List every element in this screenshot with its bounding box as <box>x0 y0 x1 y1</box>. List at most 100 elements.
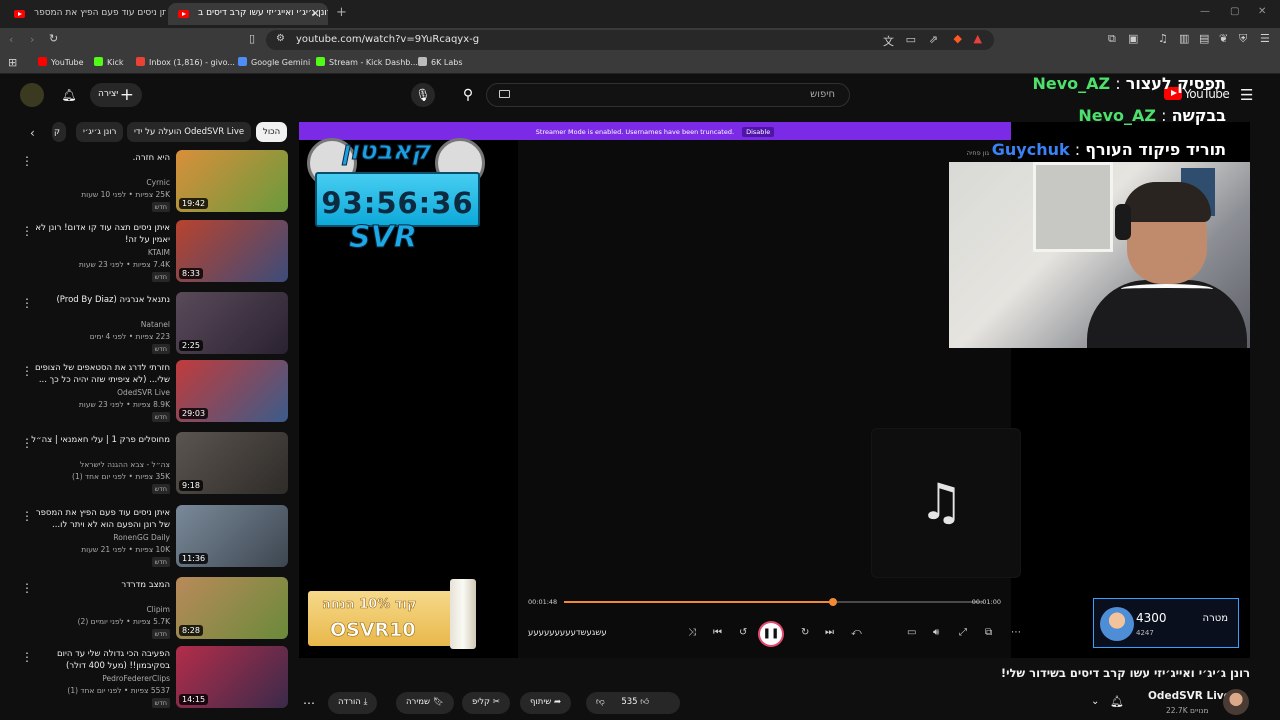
repeat-off-icon[interactable]: ⤺ <box>851 627 862 638</box>
new-tab-icon[interactable]: + <box>336 5 347 20</box>
pause-button[interactable]: ❚❚ <box>760 623 782 645</box>
list-item[interactable]: ⋮ המצב מדרדר Clipim 5.7K צפיות • לפני יומיי… <box>0 577 290 647</box>
list-item[interactable]: ⋮ איתן ניסים תצה עוד קו אדום! רונן לא יאמ… <box>0 220 290 290</box>
video-item-channel[interactable]: KTAIM <box>148 248 170 257</box>
browser-tab-active[interactable]: רונן ג׳יג׳י ואייג׳יזי עשו קרב דיסים ב ✕ <box>168 3 328 25</box>
media-icon[interactable]: ♫ <box>1158 32 1168 45</box>
translate-icon[interactable]: 文 <box>883 33 894 49</box>
address-bar[interactable]: ⚙ youtube.com/watch?v=9YuRcaqyx-g 文 ▭ ⇗ … <box>266 30 994 50</box>
share-icon[interactable]: ⇗ <box>929 33 938 46</box>
browser-tab[interactable]: איתן ניסים עוד פעם הפיץ את המספר <box>4 3 166 25</box>
channel-avatar[interactable] <box>1223 689 1249 715</box>
clip-button[interactable]: קליפ ✂ <box>462 692 510 714</box>
video-thumbnail[interactable]: 8:33 <box>176 220 288 282</box>
list-item[interactable]: ⋮ איתן ניסים עוד פעם הפיץ את המספר של רונ… <box>0 505 290 575</box>
volume-icon[interactable]: 🔊︎ <box>933 627 939 638</box>
video-item-channel[interactable]: RonenGG Daily <box>113 533 170 542</box>
video-thumbnail[interactable]: 29:03 <box>176 360 288 422</box>
video-item-title[interactable]: המצב מדרדר <box>30 579 170 591</box>
video-thumbnail[interactable]: 2:25 <box>176 292 288 354</box>
cast-icon[interactable]: ▭ <box>906 33 916 46</box>
bookmark-inbox[interactable]: Inbox (1,816) - givo... <box>136 57 235 67</box>
video-thumbnail[interactable]: 19:42 <box>176 150 288 212</box>
leaf-icon[interactable]: ❦ <box>1219 32 1228 45</box>
bookmark-gemini[interactable]: Google Gemini <box>238 57 310 67</box>
bookmark-6k-labs[interactable]: 6K Labs <box>418 57 462 67</box>
video-item-channel[interactable]: Cyrnic <box>146 178 170 187</box>
avatar[interactable] <box>20 83 44 107</box>
close-window-icon[interactable]: ✕ <box>1258 6 1266 17</box>
list-item[interactable]: ⋮ נתנאל אנרגיה (Prod By Diaz) Natanel 223 צ… <box>0 292 290 362</box>
sidebar-icon[interactable]: ▥ <box>1179 32 1189 45</box>
music-progress-knob[interactable] <box>828 598 837 606</box>
video-item-title[interactable]: הפעיבה הכי גדולה שלי עד היום בסקיבמון!! … <box>30 648 170 672</box>
more-options-icon[interactable]: ⋯ <box>1011 627 1021 638</box>
vpn-icon[interactable]: ⛨ <box>1239 32 1247 46</box>
brave-shield-icon[interactable]: ◆ <box>954 32 962 45</box>
extensions-icon[interactable]: ⧉ <box>1108 32 1116 46</box>
list-item[interactable]: ⋮ היא חזרה. Cyrnic 25K צפיות • לפני 10 שעות… <box>0 150 290 220</box>
miniplayer-icon[interactable]: ⧉ <box>985 627 992 638</box>
video-thumbnail[interactable]: 9:18 <box>176 432 288 494</box>
video-item-title[interactable]: איתן ניסים עוד פעם הפיץ את המספר של רונן… <box>30 507 170 531</box>
list-item[interactable]: ⋮ מחוסלים פרק 1 | עלי חאמנאי | צה״ל צה״ל -… <box>0 432 290 502</box>
video-player[interactable]: גון פחיה ♫ 00:01:48 00:01:00 עשגעשדעעעעע… <box>299 122 1250 658</box>
save-button[interactable]: שמירה 🔖︎ <box>396 692 454 714</box>
video-thumbnail[interactable]: 11:36 <box>176 505 288 567</box>
voice-search-icon[interactable]: 🎙︎ <box>411 83 435 107</box>
forward-icon[interactable]: ↻ <box>801 627 809 638</box>
subscription-bell-icon[interactable]: 🔔︎ <box>1110 695 1124 708</box>
chevron-down-icon[interactable]: ⌄ <box>1091 696 1099 707</box>
like-icon[interactable]: 👍︎ <box>640 697 649 707</box>
notifications-bell-icon[interactable]: 🔔︎ <box>57 83 81 107</box>
video-item-channel[interactable]: Natanel <box>141 320 170 329</box>
chip-ronen-gg[interactable]: רונן ג׳יג׳י <box>76 122 124 142</box>
video-item-title[interactable]: מחוסלים פרק 1 | עלי חאמנאי | צה״ל <box>30 434 170 446</box>
dislike-icon[interactable]: 👎︎ <box>596 697 605 707</box>
previous-icon[interactable]: ⏮︎ <box>713 627 722 638</box>
rewards-icon[interactable]: ▲ <box>974 32 982 45</box>
rewind-icon[interactable]: ↺ <box>739 627 747 638</box>
video-item-title[interactable]: היא חזרה. <box>30 152 170 164</box>
music-progress-bar[interactable] <box>564 598 984 606</box>
maximize-icon[interactable]: ▢ <box>1230 6 1239 17</box>
video-item-title[interactable]: חזרתי לדרג את הסטאפים של הצופים שלי... (… <box>30 362 170 386</box>
forward-icon[interactable]: › <box>30 33 34 46</box>
chip-partial[interactable]: ק <box>52 122 66 142</box>
list-item[interactable]: ⋮ הפעיבה הכי גדולה שלי עד היום בסקיבמון!!… <box>0 646 290 716</box>
list-item[interactable]: ⋮ חזרתי לדרג את הסטאפים של הצופים שלי... … <box>0 360 290 430</box>
bookmark-kick-dashboard[interactable]: Stream - Kick Dashb... <box>316 57 418 67</box>
disable-streamer-mode-button[interactable]: Disable <box>742 127 775 137</box>
site-info-icon[interactable]: ⚙ <box>276 33 285 44</box>
shuffle-icon[interactable]: ⤨ <box>688 627 696 638</box>
search-input[interactable]: חיפוש <box>486 83 850 107</box>
bookmark-youtube[interactable]: YouTube <box>38 57 84 67</box>
video-item-channel[interactable]: OdedSVR Live <box>117 388 170 397</box>
bookmark-icon[interactable]: ▯ <box>249 32 255 45</box>
search-icon[interactable]: ⚲ <box>456 83 480 107</box>
back-icon[interactable]: ‹ <box>9 33 13 46</box>
video-item-title[interactable]: איתן ניסים תצה עוד קו אדום! רונן לא יאמי… <box>30 222 170 246</box>
video-item-channel[interactable]: PedroFedererClips <box>102 674 170 683</box>
captions-icon[interactable]: ▭ <box>907 627 916 638</box>
screenshot-icon[interactable]: ▣ <box>1128 32 1138 45</box>
menu-icon[interactable]: ☰ <box>1260 32 1270 45</box>
video-thumbnail[interactable]: 8:28 <box>176 577 288 639</box>
more-actions-icon[interactable]: ⋯ <box>303 696 315 710</box>
fullscreen-icon[interactable]: ⤢ <box>959 627 967 638</box>
video-thumbnail[interactable]: 14:15 <box>176 646 288 708</box>
video-item-channel[interactable]: Clipim <box>146 605 170 614</box>
next-icon[interactable]: ⏭︎ <box>825 627 834 638</box>
download-button[interactable]: הורדה ⤓ <box>328 692 378 714</box>
chips-scroll-left-icon[interactable]: ‹ <box>30 126 35 140</box>
reload-icon[interactable]: ↻ <box>49 32 58 45</box>
video-item-channel[interactable]: צה״ל - צבא ההגנה לישראל <box>80 460 170 469</box>
channel-name[interactable]: OdedSVR Live <box>1148 690 1231 702</box>
chip-uploaded-by[interactable]: הועלה על ידי OdedSVR Live <box>127 122 252 142</box>
wallet-icon[interactable]: ▤ <box>1199 32 1209 45</box>
create-button[interactable]: יצירה + <box>90 83 142 107</box>
keyboard-icon[interactable] <box>499 90 510 98</box>
bookmark-kick[interactable]: Kick <box>94 57 124 67</box>
chip-all[interactable]: הכול <box>256 122 288 142</box>
share-button[interactable]: שיתוף ➦ <box>520 692 572 714</box>
